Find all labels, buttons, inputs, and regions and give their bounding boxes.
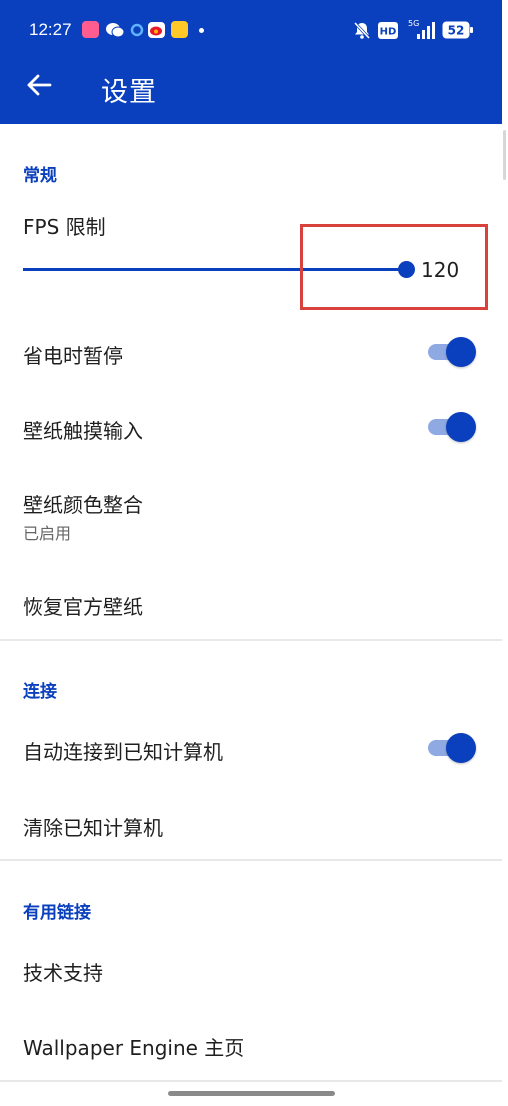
- hd-voice-icon: HD: [378, 22, 398, 40]
- wallpaper-touch-input-switch[interactable]: [428, 412, 476, 442]
- section-header-links: 有用链接: [23, 903, 91, 923]
- home-indicator[interactable]: [168, 1091, 335, 1096]
- more-notifications-dot: [199, 28, 204, 33]
- wallpaper-color-integration-label: 壁纸颜色整合: [23, 493, 143, 517]
- auto-connect-switch[interactable]: [428, 733, 476, 763]
- battery-icon: 52: [442, 21, 474, 39]
- wallpaper-color-integration-summary: 已启用: [23, 524, 72, 543]
- homepage-label: Wallpaper Engine 主页: [23, 1036, 245, 1060]
- top-bar: 12:27 HD 5G 52 设置: [0, 0, 502, 124]
- auto-connect-label: 自动连接到已知计算机: [23, 740, 223, 764]
- status-time: 12:27: [29, 20, 72, 39]
- mail-app-icon: [171, 21, 188, 39]
- wechat-icon: [105, 21, 125, 39]
- battery-level: 52: [448, 24, 465, 38]
- pause-on-battery-saver-label: 省电时暂停: [23, 344, 123, 368]
- switch-knob: [446, 412, 476, 442]
- restore-official-wallpapers-label: 恢复官方壁纸: [23, 595, 143, 619]
- section-divider: [0, 639, 502, 641]
- section-divider: [0, 859, 502, 861]
- back-arrow-icon[interactable]: [24, 70, 54, 100]
- network-type: 5G: [408, 19, 419, 28]
- highlight-box: [300, 224, 488, 310]
- support-label: 技术支持: [23, 961, 103, 985]
- section-header-connection: 连接: [23, 682, 57, 702]
- wallpaper-touch-input-label: 壁纸触摸输入: [23, 419, 143, 443]
- mute-icon: [352, 20, 372, 40]
- clear-known-computers-label: 清除已知计算机: [23, 816, 163, 840]
- app-notification-icon: [82, 21, 99, 39]
- section-divider: [0, 1080, 502, 1082]
- ring-app-icon: [129, 21, 145, 39]
- pause-on-battery-saver-switch[interactable]: [428, 337, 476, 367]
- status-bar: 12:27 HD 5G 52: [0, 0, 502, 60]
- page-title: 设置: [101, 77, 157, 108]
- section-header-general: 常规: [23, 166, 57, 186]
- switch-knob: [446, 733, 476, 763]
- hd-label: HD: [380, 27, 397, 38]
- switch-knob: [446, 337, 476, 367]
- scrollbar[interactable]: [503, 130, 506, 180]
- signal-icon: 5G: [408, 18, 436, 39]
- weibo-icon: [147, 21, 167, 39]
- fps-limit-label: FPS 限制: [23, 215, 106, 239]
